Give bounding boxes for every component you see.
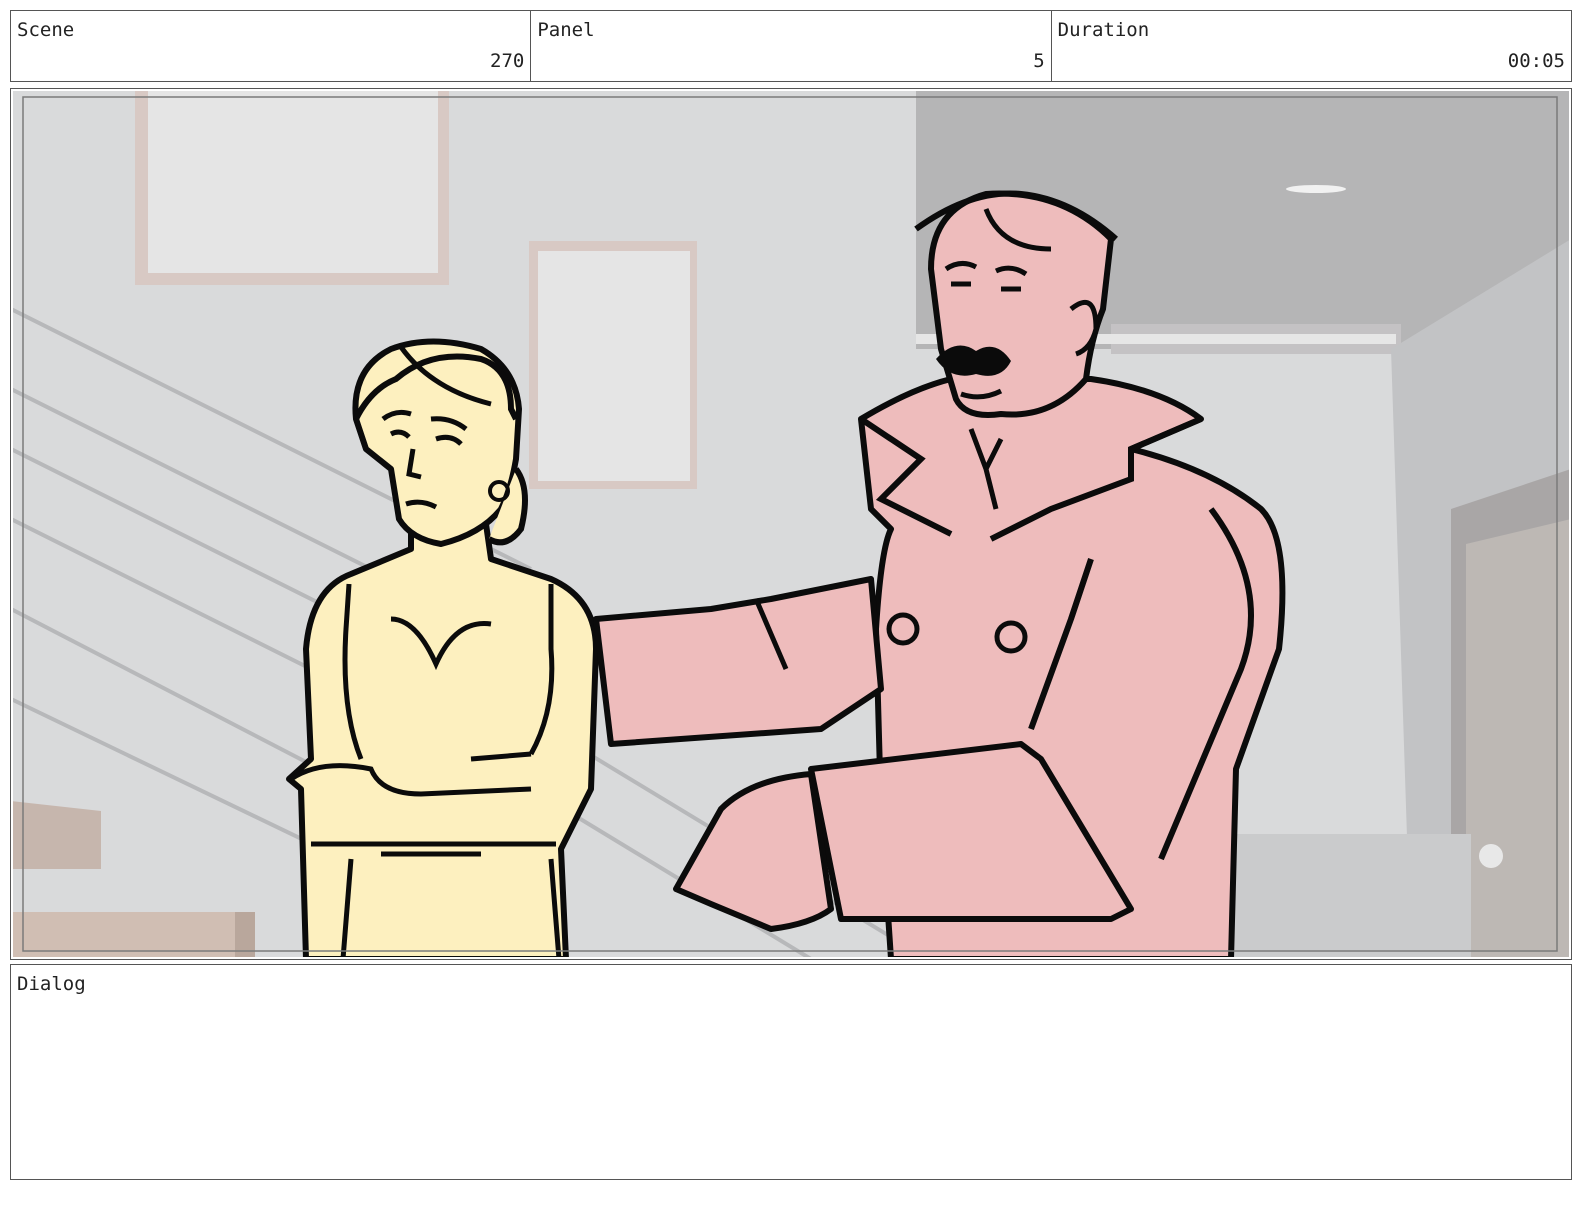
door-knob bbox=[1479, 844, 1503, 868]
panel-illustration bbox=[13, 91, 1569, 957]
furniture-top bbox=[13, 801, 101, 869]
panel-label: Panel bbox=[537, 19, 595, 41]
furniture-bottom bbox=[13, 912, 255, 957]
storyboard-header: Scene 270 Panel 5 Duration 00:05 bbox=[10, 10, 1572, 82]
ceiling-light bbox=[1286, 185, 1346, 193]
dialog-box: Dialog bbox=[10, 964, 1572, 1180]
storyboard-panel bbox=[10, 88, 1572, 960]
scene-label: Scene bbox=[17, 19, 75, 41]
panel-cell: Panel 5 bbox=[531, 11, 1052, 81]
duration-cell: Duration 00:05 bbox=[1052, 11, 1571, 81]
scene-number: 270 bbox=[490, 50, 525, 72]
dialog-label: Dialog bbox=[17, 973, 86, 995]
scene-cell: Scene 270 bbox=[11, 11, 532, 81]
duration-value: 00:05 bbox=[1507, 50, 1565, 72]
door bbox=[1466, 519, 1569, 957]
duration-label: Duration bbox=[1057, 19, 1150, 41]
panel-number: 5 bbox=[1033, 50, 1045, 72]
